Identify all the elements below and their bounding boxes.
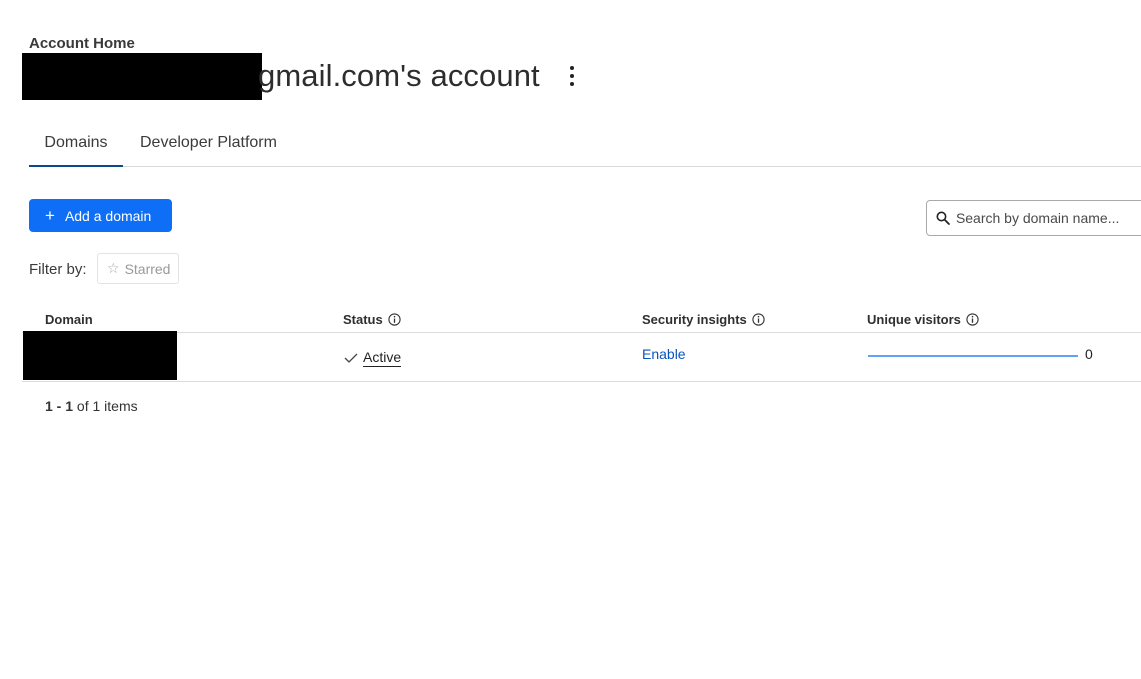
- tab-developer-platform[interactable]: Developer Platform: [140, 134, 277, 167]
- status-badge[interactable]: Active: [363, 349, 402, 367]
- search-input[interactable]: [955, 210, 1141, 226]
- star-icon: ☆: [107, 260, 120, 276]
- starred-filter-button[interactable]: ☆ Starred: [97, 253, 179, 284]
- table-divider: [22, 332, 1141, 333]
- column-header-domain: Domain: [45, 312, 93, 327]
- starred-label: Starred: [124, 260, 171, 277]
- tab-bar: Domains Developer Platform: [29, 126, 1141, 167]
- table-divider: [22, 381, 1141, 382]
- account-home-page: Account Home gmail.com's account Domains…: [0, 0, 1141, 679]
- column-header-visitors-label: Unique visitors: [867, 312, 961, 327]
- page-title: gmail.com's account: [258, 58, 540, 93]
- add-domain-label: Add a domain: [64, 207, 152, 224]
- column-header-domain-label: Domain: [45, 312, 93, 327]
- redacted-domain-name[interactable]: [23, 331, 177, 380]
- info-icon[interactable]: [966, 313, 979, 326]
- column-header-security-label: Security insights: [642, 312, 747, 327]
- filter-label: Filter by:: [29, 261, 87, 278]
- search-icon: [936, 211, 950, 225]
- unique-visitors-count: 0: [1085, 346, 1093, 362]
- pagination-of: of: [76, 398, 89, 414]
- pagination-total: 1: [92, 398, 101, 414]
- visitors-sparkline: [868, 355, 1078, 357]
- checkmark-icon: [344, 353, 358, 363]
- breadcrumb[interactable]: Account Home: [29, 35, 135, 52]
- column-header-status: Status: [343, 312, 401, 327]
- redacted-email-block: [22, 53, 262, 100]
- search-box[interactable]: [926, 200, 1141, 236]
- status-cell: Active: [344, 349, 402, 367]
- add-domain-button[interactable]: + Add a domain: [29, 199, 172, 232]
- more-options-icon[interactable]: [565, 66, 579, 86]
- pagination-items: items: [104, 398, 138, 414]
- tab-domains[interactable]: Domains: [29, 134, 123, 167]
- enable-security-insights-link[interactable]: Enable: [642, 346, 686, 362]
- pagination-range: 1 - 1: [45, 398, 74, 414]
- info-icon[interactable]: [752, 313, 765, 326]
- plus-icon: +: [45, 206, 55, 225]
- column-header-status-label: Status: [343, 312, 383, 327]
- column-header-security-insights: Security insights: [642, 312, 765, 327]
- info-icon[interactable]: [388, 313, 401, 326]
- column-header-unique-visitors: Unique visitors: [867, 312, 979, 327]
- pagination-summary: 1 - 1 of 1 items: [45, 398, 138, 414]
